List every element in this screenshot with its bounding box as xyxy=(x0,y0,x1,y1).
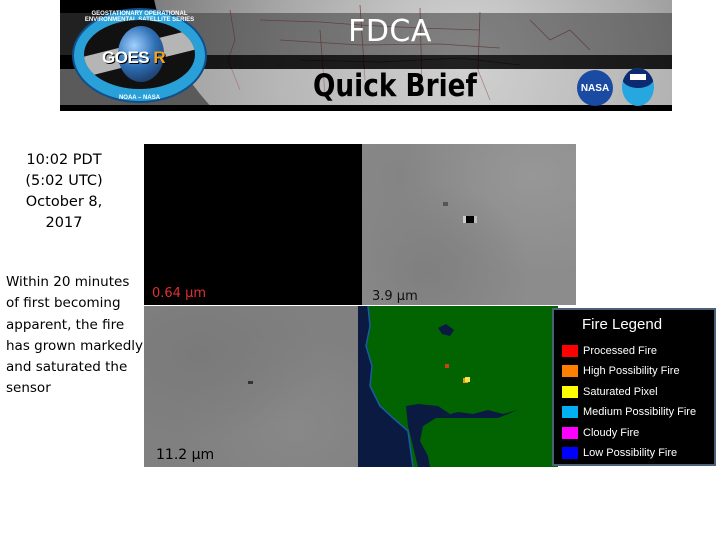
legend-item: Low Possibility Fire xyxy=(562,445,677,461)
saturated-hotspot-marker xyxy=(466,216,474,223)
page-subtitle: Quick Brief xyxy=(313,68,477,104)
longwave-band-label: 11.2 µm xyxy=(156,447,215,463)
legend-label: Processed Fire xyxy=(583,345,657,357)
legend-item: Saturated Pixel xyxy=(562,384,658,400)
banner-stripe xyxy=(60,105,672,111)
legend-label: Cloudy Fire xyxy=(583,427,640,439)
nasa-logo-icon: NASA xyxy=(577,70,613,106)
legend-swatch xyxy=(562,447,578,459)
hotspot-marker xyxy=(248,381,253,384)
legend-item: Processed Fire xyxy=(562,343,657,359)
goes-r-text: R xyxy=(153,48,166,67)
nasa-logo-text: NASA xyxy=(580,82,610,94)
saturated-fire-pixel xyxy=(465,377,470,382)
page-title: FDCA xyxy=(348,14,432,49)
lake xyxy=(438,324,454,336)
timestamp-line: October 8, xyxy=(25,194,103,210)
timestamp-line: 2017 xyxy=(45,215,83,231)
legend-swatch xyxy=(562,365,578,377)
legend-title: Fire Legend xyxy=(582,316,663,333)
noaa-logo-icon xyxy=(622,68,654,106)
noaa-bird-icon xyxy=(630,74,646,80)
timestamp-line: (5:02 UTC) xyxy=(25,173,103,189)
ocean-region xyxy=(358,306,413,467)
legend-label: Medium Possibility Fire xyxy=(583,406,697,418)
legend-item: Cloudy Fire xyxy=(562,425,639,441)
goes-main-text: GOES xyxy=(102,48,150,67)
goes-r-logo: GEOSTATIONARY OPERATIONAL ENVIRONMENTAL … xyxy=(72,8,207,103)
water-inlet xyxy=(406,404,450,467)
header-banner: GEOSTATIONARY OPERATIONAL ENVIRONMENTAL … xyxy=(60,0,672,111)
legend-item: Medium Possibility Fire xyxy=(562,404,696,420)
goes-logo-text: GOES R xyxy=(102,48,166,68)
visible-band-label: 0.64 µm xyxy=(152,286,207,301)
fdca-map-shapes xyxy=(358,306,518,467)
timestamp-line: 10:02 PDT xyxy=(26,152,102,168)
description-text: Within 20 minutes of first becoming appa… xyxy=(6,274,144,397)
legend-swatch xyxy=(562,406,578,418)
legend-swatch xyxy=(562,386,578,398)
legend-label: Low Possibility Fire xyxy=(583,447,678,459)
fire-detection-map xyxy=(358,306,558,467)
legend-label: Saturated Pixel xyxy=(583,386,658,398)
fire-legend: Fire Legend Processed Fire High Possibil… xyxy=(552,308,716,466)
hotspot-marker xyxy=(443,202,448,206)
legend-swatch xyxy=(562,345,578,357)
shortwave-band-label: 3.9 µm xyxy=(372,289,418,304)
timestamp-block: 10:02 PDT (5:02 UTC) October 8, 2017 xyxy=(0,150,128,234)
legend-swatch xyxy=(562,427,578,439)
goes-ring-bottom-text: NOAA – NASA xyxy=(118,95,161,101)
longwave-ir-image: 11.2 µm xyxy=(144,306,361,467)
legend-item: High Possibility Fire xyxy=(562,363,680,379)
visible-band-image: 0.64 µm xyxy=(144,144,362,305)
shortwave-ir-image: 3.9 µm xyxy=(362,144,576,305)
legend-label: High Possibility Fire xyxy=(583,365,680,377)
processed-fire-pixel xyxy=(445,364,449,368)
